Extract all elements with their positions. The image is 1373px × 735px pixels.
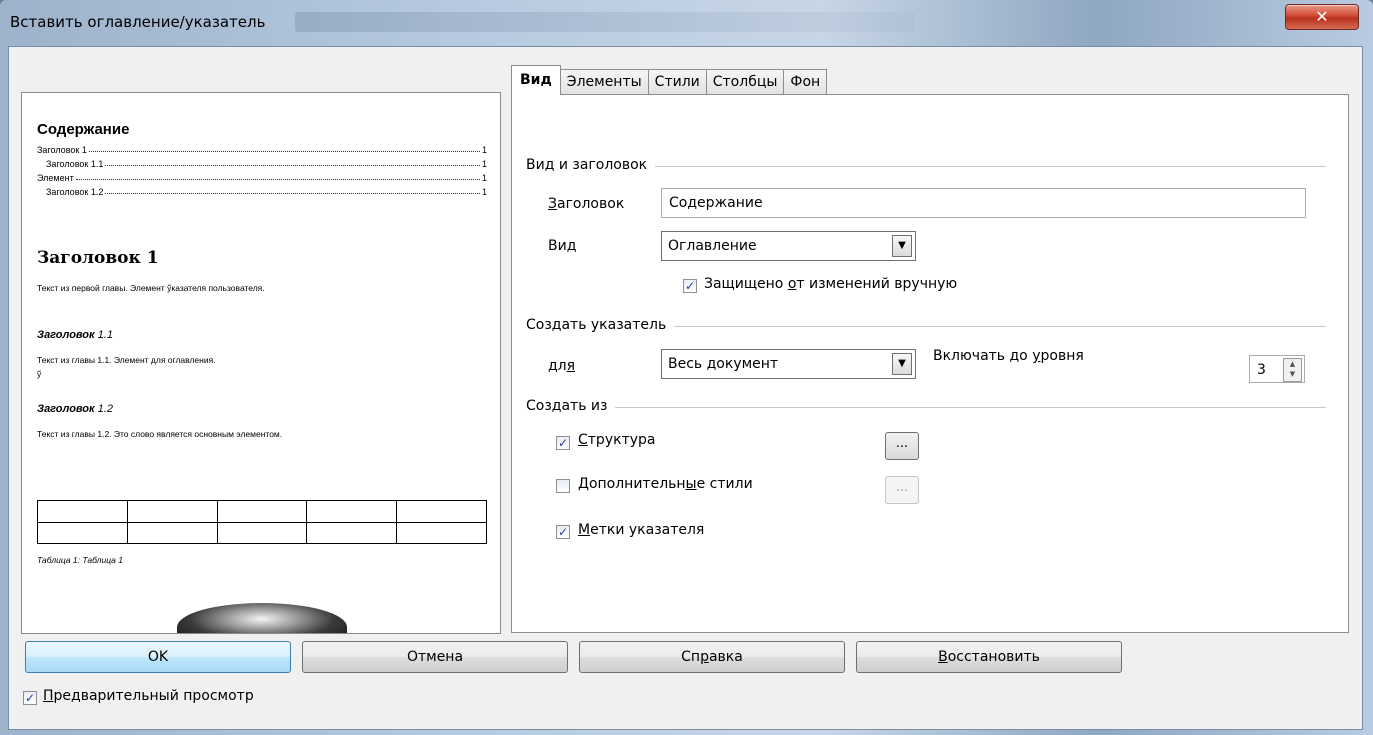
dropdown-arrow-icon[interactable]: ▼ xyxy=(892,235,912,257)
additional-styles-label: Дополнительные стили xyxy=(578,476,753,492)
tab-type[interactable]: Вид xyxy=(511,65,561,95)
protected-checkbox[interactable]: ✓ xyxy=(683,279,697,293)
index-marks-checkbox[interactable]: ✓ xyxy=(556,525,570,539)
preview-heading-1-2: Заголовок 1.2 xyxy=(37,403,113,415)
preview-text: Текст из первой главы. Элемент ўказателя… xyxy=(37,283,265,293)
for-label: для xyxy=(548,358,576,374)
preview-toc-entry: Заголовок 1.1 1 xyxy=(46,159,487,169)
preview-text: Текст из главы 1.1. Элемент для оглавлен… xyxy=(37,355,216,365)
tab-bar: Вид Элементы Стили Столбцы Фон xyxy=(511,65,828,95)
structure-label: Структура xyxy=(578,432,656,448)
help-button[interactable]: Справка xyxy=(579,641,845,673)
tab-panel-type: Вид и заголовок Заголовок Содержание Вид… xyxy=(511,94,1349,633)
preview-label: Предварительный просмотр xyxy=(43,688,254,704)
window-title: Вставить оглавление/указатель xyxy=(10,13,266,31)
title-bar[interactable]: Вставить оглавление/указатель ✕ xyxy=(0,0,1373,46)
structure-checkbox[interactable]: ✓ xyxy=(556,436,570,450)
preview-checkbox[interactable]: ✓ xyxy=(23,691,37,705)
cancel-button[interactable]: Отмена xyxy=(302,641,568,673)
dialog-body: Содержание Заголовок 11 Заголовок 1.1 1 Э… xyxy=(8,46,1363,730)
title-label: Заголовок xyxy=(548,196,625,212)
close-icon: ✕ xyxy=(1315,7,1329,26)
preview-toc-entry: Элемент 1 xyxy=(37,173,487,183)
preview-pane: Содержание Заголовок 11 Заголовок 1.1 1 Э… xyxy=(21,92,501,634)
section-create-index: Создать указатель xyxy=(526,317,1326,333)
tab-columns[interactable]: Столбцы xyxy=(705,69,785,95)
background-ghost xyxy=(295,12,915,32)
preview-text: ў xyxy=(37,369,42,379)
type-combobox[interactable]: Оглавление ▼ xyxy=(661,231,916,261)
additional-styles-button[interactable]: ... xyxy=(885,476,919,504)
tab-styles[interactable]: Стили xyxy=(647,69,707,95)
dropdown-arrow-icon[interactable]: ▼ xyxy=(892,353,912,375)
tab-entries[interactable]: Элементы xyxy=(559,69,649,95)
ok-button[interactable]: OK xyxy=(25,641,291,673)
protected-label: Защищено от изменений вручную xyxy=(704,276,958,292)
section-type-and-title: Вид и заголовок xyxy=(526,157,1326,173)
index-marks-label: Метки указателя xyxy=(578,522,705,538)
preview-toc-title: Содержание xyxy=(37,121,130,138)
preview-heading-1-1: Заголовок 1.1 xyxy=(37,329,113,341)
structure-options-button[interactable]: ... xyxy=(885,432,919,460)
preview-toc-entry: Заголовок 1.2 1 xyxy=(46,187,487,197)
level-spinbox[interactable]: 3 ▲ ▼ xyxy=(1249,355,1305,383)
preview-image xyxy=(177,603,347,633)
preview-table xyxy=(37,500,487,544)
dialog-window: Вставить оглавление/указатель ✕ Содержан… xyxy=(0,0,1373,735)
level-label: Включать до уровня xyxy=(933,348,1084,364)
preview-table-caption: Таблица 1: Таблица 1 xyxy=(37,555,123,565)
tab-background[interactable]: Фон xyxy=(783,69,828,95)
preview-text: Текст из главы 1.2. Это слово является о… xyxy=(37,429,283,439)
reset-button[interactable]: Восстановить xyxy=(856,641,1122,673)
type-label: Вид xyxy=(548,238,577,254)
section-create-from: Создать из xyxy=(526,398,1326,414)
close-button[interactable]: ✕ xyxy=(1285,4,1359,30)
scope-combobox[interactable]: Весь документ ▼ xyxy=(661,349,916,379)
additional-styles-checkbox[interactable] xyxy=(556,479,570,493)
title-input[interactable]: Содержание xyxy=(661,188,1306,218)
preview-heading-1: Заголовок 1 xyxy=(37,248,159,268)
preview-toc-entry: Заголовок 11 xyxy=(37,145,487,155)
spin-arrows-icon[interactable]: ▲ ▼ xyxy=(1283,358,1302,382)
